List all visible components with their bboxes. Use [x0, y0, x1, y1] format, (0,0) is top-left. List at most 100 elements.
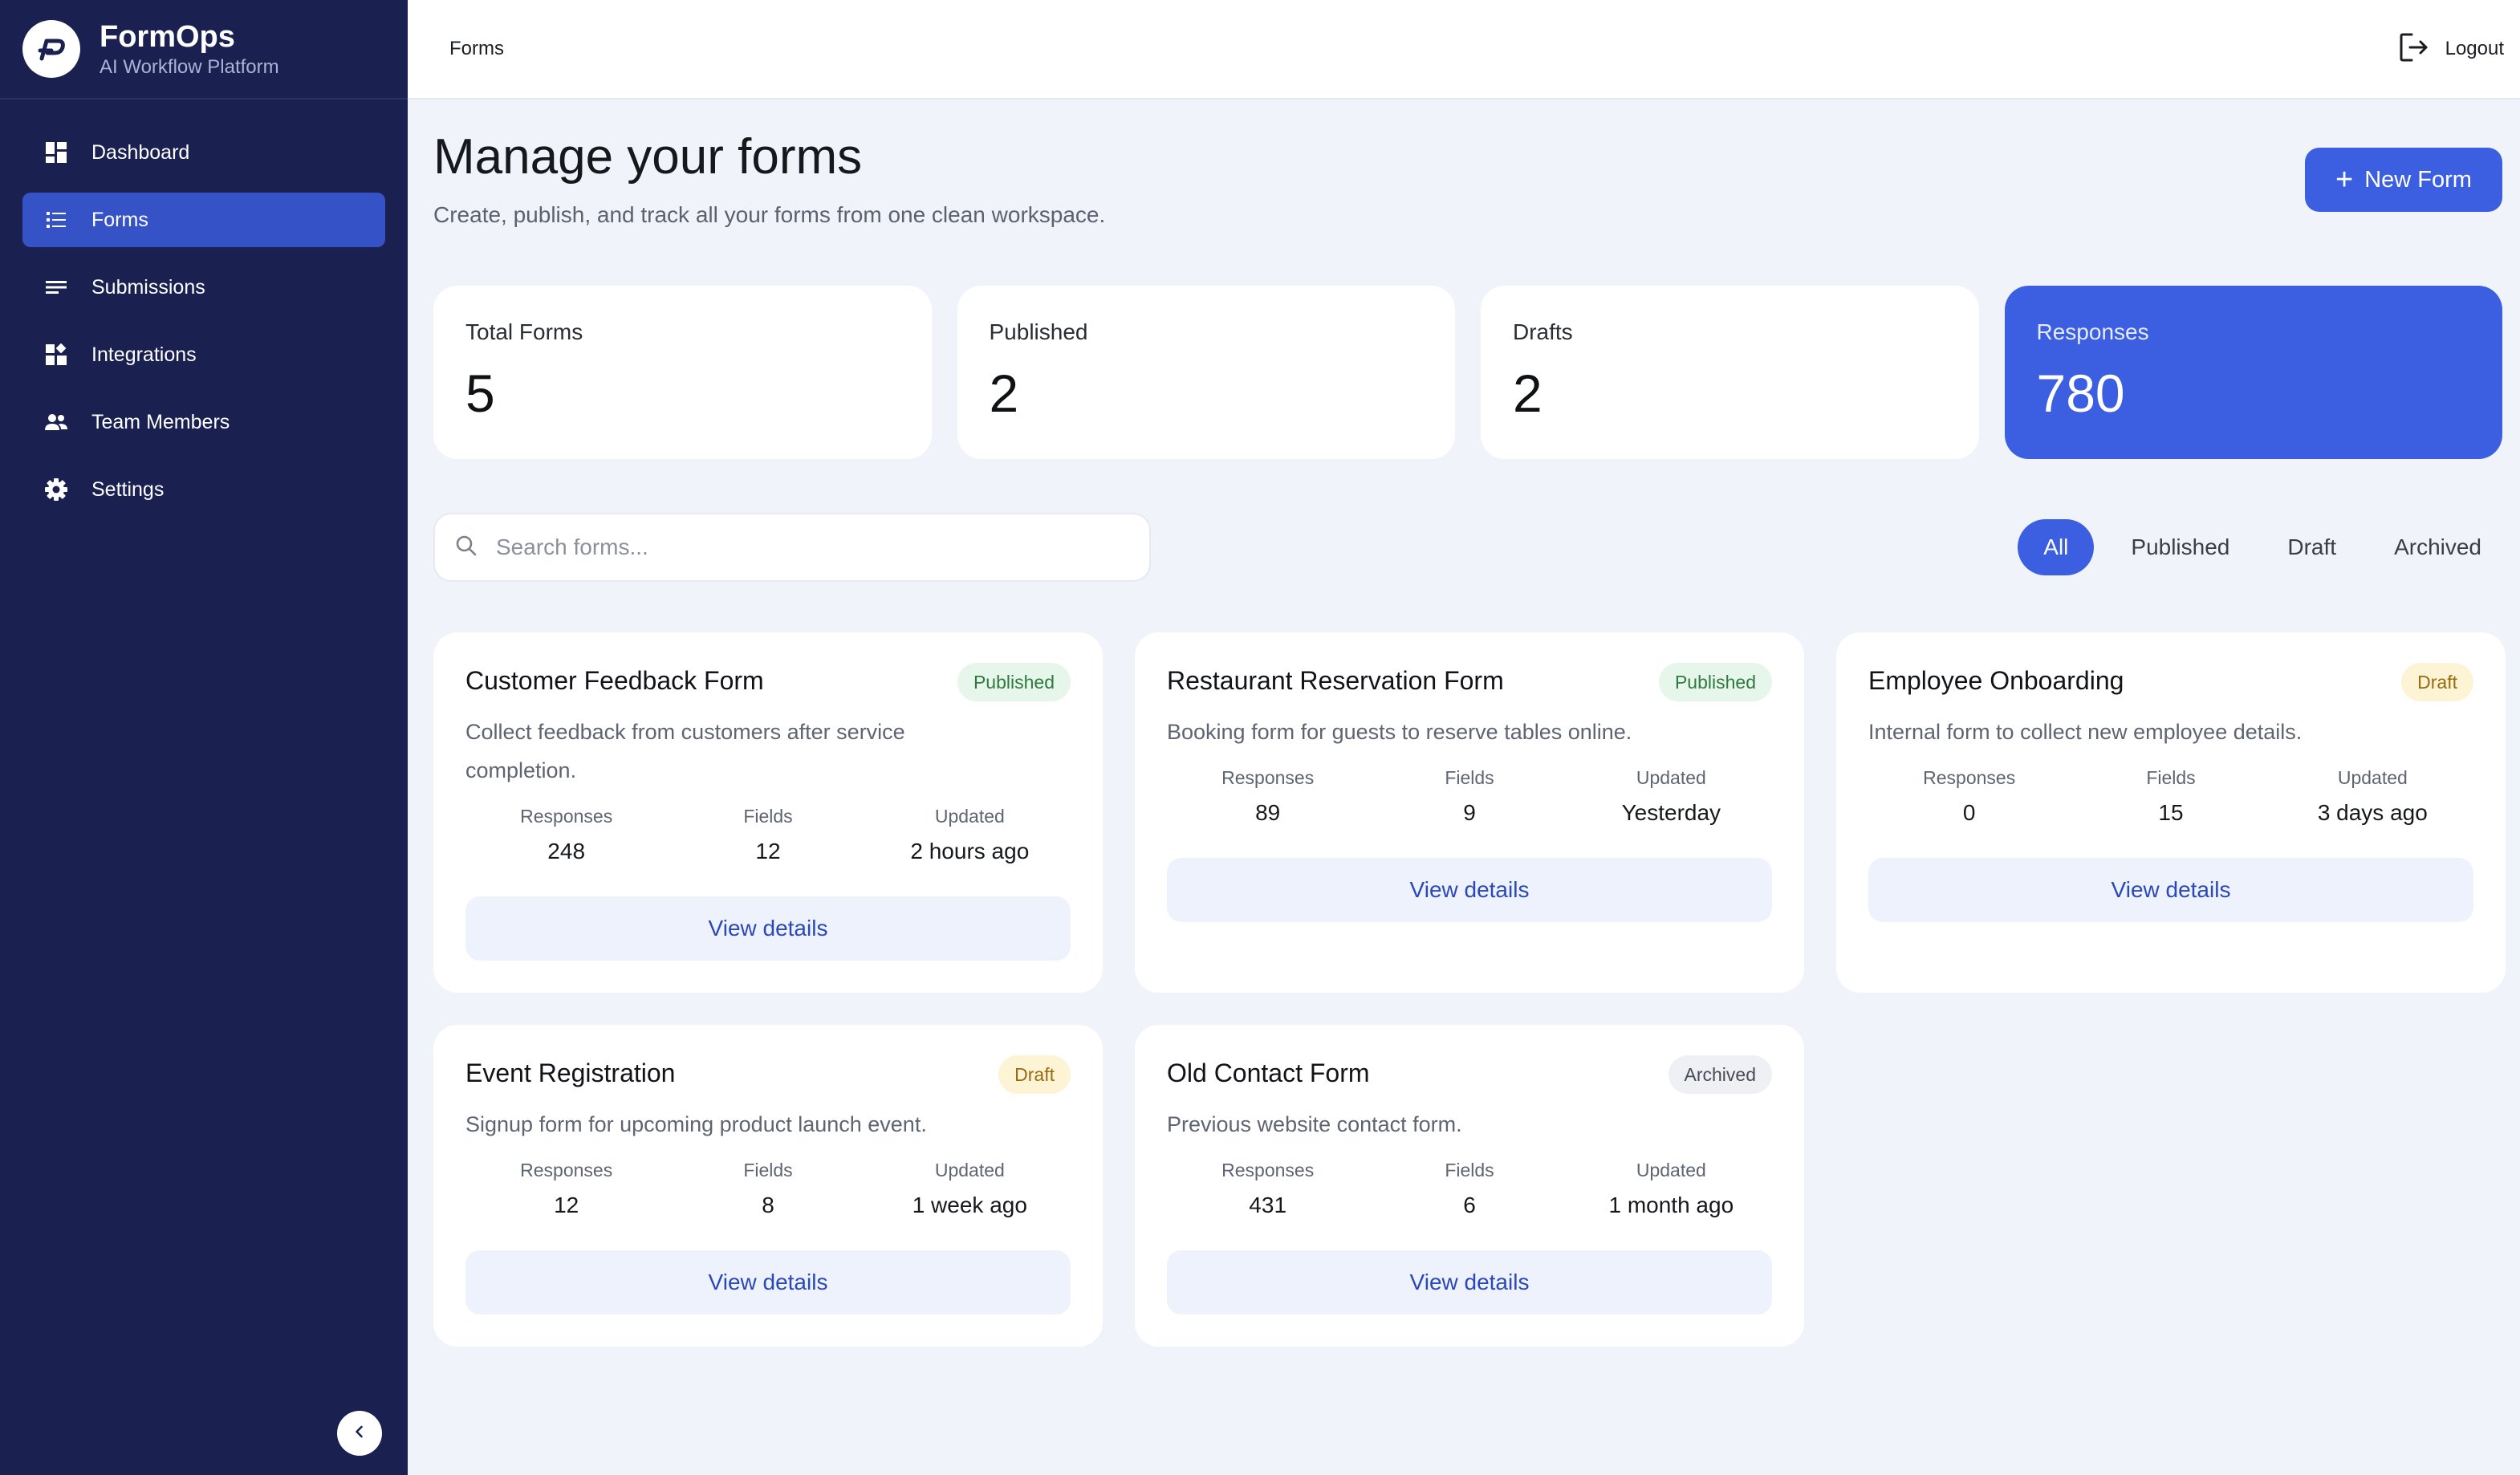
metric-label-fields: Fields — [1445, 767, 1494, 788]
status-badge: Draft — [998, 1055, 1071, 1094]
form-metrics: Responses 12 Fields 8 Updated 1 week ago — [465, 1160, 1071, 1218]
form-title: Customer Feedback Form — [465, 666, 764, 695]
sidebar-item-label: Settings — [91, 477, 165, 501]
form-title: Old Contact Form — [1167, 1059, 1370, 1087]
metric-value-responses: 248 — [547, 839, 586, 863]
metric-label-updated: Updated — [2337, 767, 2408, 788]
metric-value-updated: 3 days ago — [2317, 800, 2428, 825]
metric-value-fields: 6 — [1463, 1193, 1476, 1217]
form-card: Customer Feedback Form Published Collect… — [433, 632, 1103, 993]
sidebar: FormOps AI Workflow Platform Dashboard F… — [0, 0, 408, 1475]
logout-icon — [2399, 32, 2431, 67]
metric-label-responses: Responses — [520, 1160, 613, 1180]
filter-draft[interactable]: Draft — [2266, 519, 2357, 575]
logout-button[interactable]: Logout — [2399, 32, 2504, 67]
form-description: Previous website contact form. — [1167, 1112, 1462, 1136]
metric-value-updated: 1 month ago — [1608, 1193, 1734, 1217]
sidebar-item-label: Submissions — [91, 275, 205, 299]
metric-value-updated: 2 hours ago — [910, 839, 1030, 863]
metric-value-responses: 12 — [554, 1193, 579, 1217]
sidebar-item-label: Team Members — [91, 410, 230, 433]
metric-label-responses: Responses — [1221, 1160, 1315, 1180]
widgets-icon — [43, 342, 69, 368]
status-badge: Archived — [1668, 1055, 1772, 1094]
view-details-button[interactable]: View details — [1167, 1250, 1772, 1314]
form-title: Employee Onboarding — [1868, 666, 2124, 695]
sidebar-item-label: Forms — [91, 208, 148, 231]
metric-value-fields: 12 — [755, 839, 781, 863]
form-description: Internal form to collect new employee de… — [1868, 720, 2303, 744]
filter-all[interactable]: All — [2018, 519, 2095, 575]
form-card: Event Registration Draft Signup form for… — [433, 1025, 1103, 1347]
collapse-sidebar-button[interactable] — [337, 1411, 382, 1456]
breadcrumb: Forms — [449, 38, 504, 59]
metric-label-responses: Responses — [1923, 767, 2016, 788]
metric-label-updated: Updated — [1636, 1160, 1706, 1180]
view-details-button[interactable]: View details — [1167, 858, 1772, 922]
form-metrics: Responses 431 Fields 6 Updated 1 month ago — [1167, 1160, 1772, 1218]
search-box[interactable] — [433, 513, 1151, 582]
forms-toolbar: All Published Draft Archived — [433, 512, 2502, 583]
new-form-label: New Form — [2364, 166, 2472, 193]
stats-row: Total Forms 5 Published 2 Drafts 2 Respo… — [433, 286, 2502, 459]
search-icon — [454, 534, 478, 562]
metric-label-fields: Fields — [743, 1160, 793, 1180]
metric-value-fields: 9 — [1463, 800, 1476, 825]
metric-label-updated: Updated — [934, 806, 1005, 827]
stat-label: Responses — [2036, 319, 2149, 344]
view-details-button[interactable]: View details — [465, 1250, 1071, 1314]
page-subtitle: Create, publish, and track all your form… — [433, 202, 1106, 227]
chevron-left-icon — [352, 1424, 368, 1444]
status-badge: Draft — [2401, 663, 2473, 701]
search-input[interactable] — [496, 534, 1122, 560]
brand: FormOps AI Workflow Platform — [0, 0, 408, 100]
sidebar-item-forms[interactable]: Forms — [22, 193, 385, 247]
dashboard-icon — [43, 140, 69, 165]
form-metrics: Responses 248 Fields 12 Updated 2 hours ago — [465, 806, 1071, 864]
view-details-button[interactable]: View details — [1868, 858, 2473, 922]
metric-value-updated: 1 week ago — [912, 1193, 1027, 1217]
sidebar-item-integrations[interactable]: Integrations — [22, 327, 385, 382]
page-title: Manage your forms — [433, 129, 863, 185]
filter-archived[interactable]: Archived — [2373, 519, 2502, 575]
form-description: Signup form for upcoming product launch … — [465, 1112, 927, 1136]
metric-label-fields: Fields — [743, 806, 793, 827]
metric-label-responses: Responses — [520, 806, 613, 827]
list-icon — [43, 207, 69, 233]
topbar: Forms Logout — [408, 0, 2520, 100]
stat-label: Published — [989, 319, 1088, 344]
people-icon — [43, 409, 69, 435]
stat-responses: Responses 780 — [2004, 286, 2502, 459]
metric-value-responses: 89 — [1255, 800, 1281, 825]
metric-label-updated: Updated — [934, 1160, 1005, 1180]
lines-icon — [43, 274, 69, 300]
stat-value: 2 — [989, 364, 1019, 423]
metric-value-responses: 431 — [1249, 1193, 1287, 1217]
page-header: Manage your forms Create, publish, and t… — [433, 100, 2502, 286]
status-filters: All Published Draft Archived — [2002, 519, 2502, 575]
sidebar-item-dashboard[interactable]: Dashboard — [22, 125, 385, 180]
form-metrics: Responses 0 Fields 15 Updated 3 days ago — [1868, 767, 2473, 826]
new-form-button[interactable]: + New Form — [2305, 148, 2502, 212]
metric-label-updated: Updated — [1636, 767, 1706, 788]
stat-value: 2 — [1513, 364, 1542, 423]
sidebar-item-label: Integrations — [91, 343, 197, 366]
metric-value-fields: 15 — [2158, 800, 2184, 825]
sidebar-nav: Dashboard Forms Submissions Integrations… — [0, 100, 408, 517]
brand-logo[interactable] — [22, 20, 80, 78]
sidebar-item-settings[interactable]: Settings — [22, 462, 385, 517]
sidebar-item-label: Dashboard — [91, 140, 190, 164]
form-title: Restaurant Reservation Form — [1167, 666, 1504, 695]
form-card: Employee Onboarding Draft Internal form … — [1836, 632, 2506, 993]
metric-value-responses: 0 — [1962, 800, 1976, 825]
view-details-button[interactable]: View details — [465, 896, 1071, 961]
forms-grid: Customer Feedback Form Published Collect… — [433, 632, 2506, 1347]
brand-subtitle: AI Workflow Platform — [100, 56, 279, 78]
main-content: Manage your forms Create, publish, and t… — [433, 100, 2506, 1347]
filter-published[interactable]: Published — [2110, 519, 2250, 575]
stat-label: Drafts — [1513, 319, 1573, 344]
sidebar-item-submissions[interactable]: Submissions — [22, 260, 385, 315]
stat-value: 5 — [465, 364, 495, 423]
sidebar-item-team-members[interactable]: Team Members — [22, 395, 385, 449]
stat-label: Total Forms — [465, 319, 583, 344]
